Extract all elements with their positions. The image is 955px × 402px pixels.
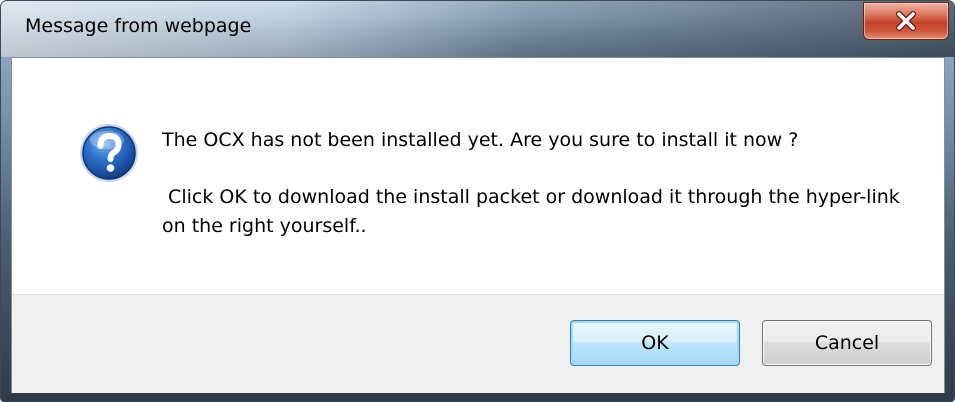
button-bar: OK Cancel [12,294,944,393]
dialog-client-area: The OCX has not been installed yet. Are … [11,57,945,393]
cancel-button[interactable]: Cancel [762,320,932,366]
question-icon [78,122,140,184]
message-area: The OCX has not been installed yet. Are … [12,58,944,294]
message-line-2: Click OK to download the install packet … [162,186,906,237]
ok-button[interactable]: OK [570,320,740,366]
dialog-window: Message from webpage The OCX has not bee… [0,0,955,402]
close-icon [894,10,918,32]
message-line-1: The OCX has not been installed yet. Are … [162,129,799,151]
window-title: Message from webpage [25,15,252,37]
message-text: The OCX has not been installed yet. Are … [162,126,922,241]
close-button[interactable] [863,2,949,40]
title-bar[interactable]: Message from webpage [1,1,954,57]
